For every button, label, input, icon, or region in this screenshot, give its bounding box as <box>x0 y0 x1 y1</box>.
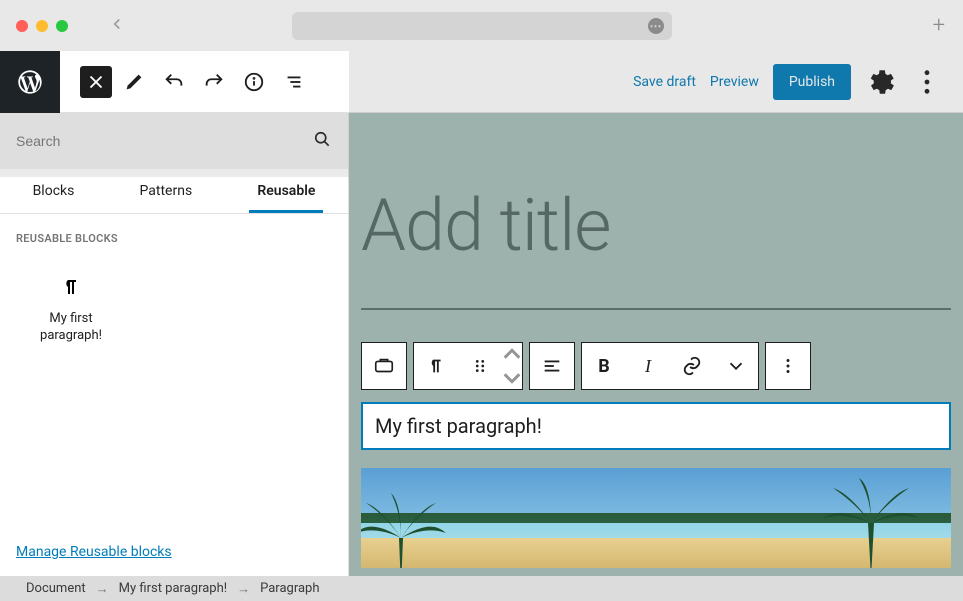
more-options-button[interactable] <box>911 66 943 98</box>
tab-reusable[interactable]: Reusable <box>249 169 323 213</box>
bold-button[interactable]: B <box>582 343 626 389</box>
chevron-right-icon: → <box>96 581 109 597</box>
toggle-inserter-button[interactable] <box>80 66 112 98</box>
block-toolbar: B I <box>361 342 951 390</box>
search-input[interactable] <box>16 133 312 149</box>
preview-button[interactable]: Preview <box>710 74 759 90</box>
move-up-down-button[interactable] <box>502 343 522 389</box>
tools-button[interactable] <box>116 64 152 100</box>
inserter-tabs: Blocks Patterns Reusable <box>0 169 348 214</box>
window-close-button[interactable] <box>16 20 28 32</box>
chevron-down-icon <box>501 367 523 389</box>
kebab-icon <box>911 66 943 98</box>
inserter-search <box>0 113 348 169</box>
palm-decoration-icon <box>821 478 921 568</box>
outline-icon <box>283 71 305 93</box>
align-left-icon <box>541 355 563 377</box>
pencil-icon <box>123 71 145 93</box>
title-separator <box>361 308 951 310</box>
tab-patterns[interactable]: Patterns <box>132 169 201 213</box>
chevron-up-icon <box>501 343 523 365</box>
undo-button[interactable] <box>156 64 192 100</box>
chevron-down-icon <box>725 355 747 377</box>
block-type-button[interactable] <box>414 343 458 389</box>
details-button[interactable] <box>236 64 272 100</box>
wordpress-icon <box>16 68 44 96</box>
drag-handle[interactable] <box>458 343 502 389</box>
reusable-block-item[interactable]: My first paragraph! <box>16 265 126 355</box>
image-block[interactable] <box>361 468 951 568</box>
gear-icon <box>865 66 897 98</box>
redo-icon <box>203 71 225 93</box>
more-formatting-button[interactable] <box>714 343 758 389</box>
settings-button[interactable] <box>865 66 897 98</box>
post-title-placeholder[interactable]: Add title <box>361 183 963 268</box>
editor-top-toolbar: Save draft Preview Publish <box>0 51 963 113</box>
info-icon <box>243 71 265 93</box>
block-inserter-panel: Blocks Patterns Reusable REUSABLE BLOCKS… <box>0 113 349 576</box>
breadcrumb-item[interactable]: Document <box>26 581 86 596</box>
kebab-icon <box>777 355 799 377</box>
select-parent-button[interactable] <box>362 343 406 389</box>
window-controls <box>16 20 68 32</box>
block-item-label: My first paragraph! <box>20 311 122 345</box>
tab-blocks[interactable]: Blocks <box>25 169 83 213</box>
palm-decoration-icon <box>361 488 451 568</box>
editor-canvas: Add title <box>349 113 963 576</box>
chevron-right-icon: → <box>237 581 250 597</box>
window-minimize-button[interactable] <box>36 20 48 32</box>
italic-button[interactable]: I <box>626 343 670 389</box>
paragraph-block[interactable]: My first paragraph! <box>361 402 951 450</box>
redo-button[interactable] <box>196 64 232 100</box>
search-icon <box>312 129 332 153</box>
browser-url-bar[interactable]: ⋯ <box>292 12 672 40</box>
browser-back-button[interactable] <box>108 15 126 37</box>
paragraph-icon <box>425 355 447 377</box>
list-view-button[interactable] <box>276 64 312 100</box>
new-tab-button[interactable]: + <box>933 13 945 38</box>
block-breadcrumb: Document → My first paragraph! → Paragra… <box>0 576 963 601</box>
block-more-options-button[interactable] <box>766 343 810 389</box>
section-title-reusable: REUSABLE BLOCKS <box>0 214 348 255</box>
wordpress-logo[interactable] <box>0 51 60 113</box>
align-button[interactable] <box>530 343 574 389</box>
close-icon <box>85 71 107 93</box>
save-draft-button[interactable]: Save draft <box>633 74 696 90</box>
drag-icon <box>469 355 491 377</box>
reader-mode-icon: ⋯ <box>648 18 664 34</box>
breadcrumb-item[interactable]: Paragraph <box>260 581 319 596</box>
container-icon <box>373 355 395 377</box>
link-icon <box>681 355 703 377</box>
undo-icon <box>163 71 185 93</box>
breadcrumb-item[interactable]: My first paragraph! <box>119 581 227 596</box>
paragraph-icon <box>59 275 83 299</box>
window-maximize-button[interactable] <box>56 20 68 32</box>
manage-reusable-link[interactable]: Manage Reusable blocks <box>16 544 172 560</box>
publish-button[interactable]: Publish <box>773 64 851 100</box>
macos-titlebar: ⋯ + <box>0 0 963 51</box>
link-button[interactable] <box>670 343 714 389</box>
